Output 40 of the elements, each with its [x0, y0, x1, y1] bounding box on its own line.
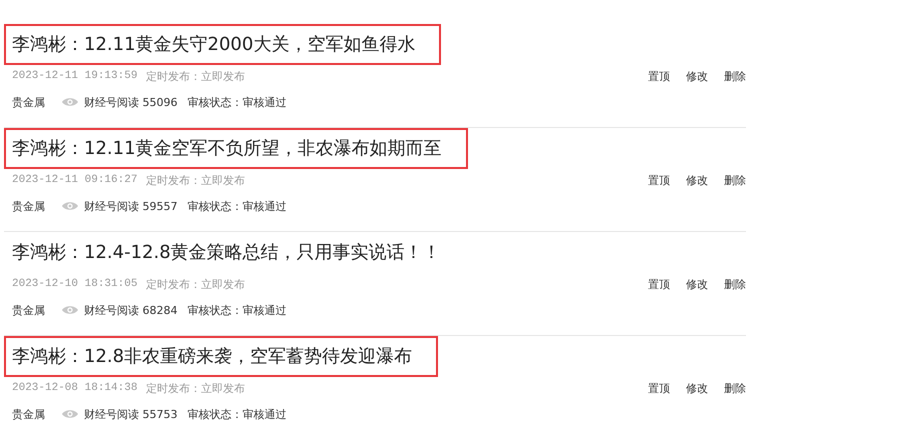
action-link[interactable]: 删除	[724, 68, 746, 84]
schedule-text: 定时发布：立即发布	[146, 68, 245, 84]
read-count: 财经号阅读 55753	[84, 406, 178, 422]
action-link[interactable]: 置顶	[648, 276, 670, 292]
action-link[interactable]: 修改	[686, 380, 708, 396]
review-status: 审核状态：审核通过	[188, 94, 286, 110]
action-link[interactable]: 置顶	[648, 172, 670, 188]
publish-date: 2023-12-11 09:16:27	[12, 174, 138, 186]
eye-icon	[62, 305, 78, 315]
schedule-text: 定时发布：立即发布	[146, 380, 245, 396]
article-title[interactable]: 李鸿彬：12.11黄金失守2000大关，空军如鱼得水	[4, 24, 442, 65]
category-text: 贵金属	[12, 198, 46, 214]
action-link[interactable]: 修改	[686, 68, 708, 84]
category-text: 贵金属	[12, 302, 46, 318]
category-text: 贵金属	[12, 94, 46, 110]
action-link[interactable]: 置顶	[648, 380, 670, 396]
schedule-text: 定时发布：立即发布	[146, 276, 245, 292]
action-link[interactable]: 置顶	[648, 68, 670, 84]
publish-date: 2023-12-10 18:31:05	[12, 278, 138, 290]
article-title[interactable]: 李鸿彬：12.8非农重磅来袭，空军蓄势待发迎瀑布	[4, 336, 438, 377]
read-count: 财经号阅读 68284	[84, 302, 178, 318]
action-link[interactable]: 删除	[724, 276, 746, 292]
action-link[interactable]: 修改	[686, 172, 708, 188]
action-link[interactable]: 删除	[724, 380, 746, 396]
schedule-text: 定时发布：立即发布	[146, 172, 245, 188]
eye-icon	[62, 409, 78, 419]
review-status: 审核状态：审核通过	[188, 302, 286, 318]
review-status: 审核状态：审核通过	[188, 406, 286, 422]
category-text: 贵金属	[12, 406, 46, 422]
publish-date: 2023-12-08 18:14:38	[12, 382, 138, 394]
eye-icon	[62, 201, 78, 211]
publish-date: 2023-12-11 19:13:59	[12, 70, 138, 82]
article-title[interactable]: 李鸿彬：12.11黄金空军不负所望，非农瀑布如期而至	[4, 128, 468, 169]
read-count: 财经号阅读 55096	[84, 94, 178, 110]
eye-icon	[62, 97, 78, 107]
action-link[interactable]: 修改	[686, 276, 708, 292]
review-status: 审核状态：审核通过	[188, 198, 286, 214]
read-count: 财经号阅读 59557	[84, 198, 178, 214]
article-title[interactable]: 李鸿彬：12.4-12.8黄金策略总结，只用事实说话！！	[4, 232, 467, 273]
action-link[interactable]: 删除	[724, 172, 746, 188]
